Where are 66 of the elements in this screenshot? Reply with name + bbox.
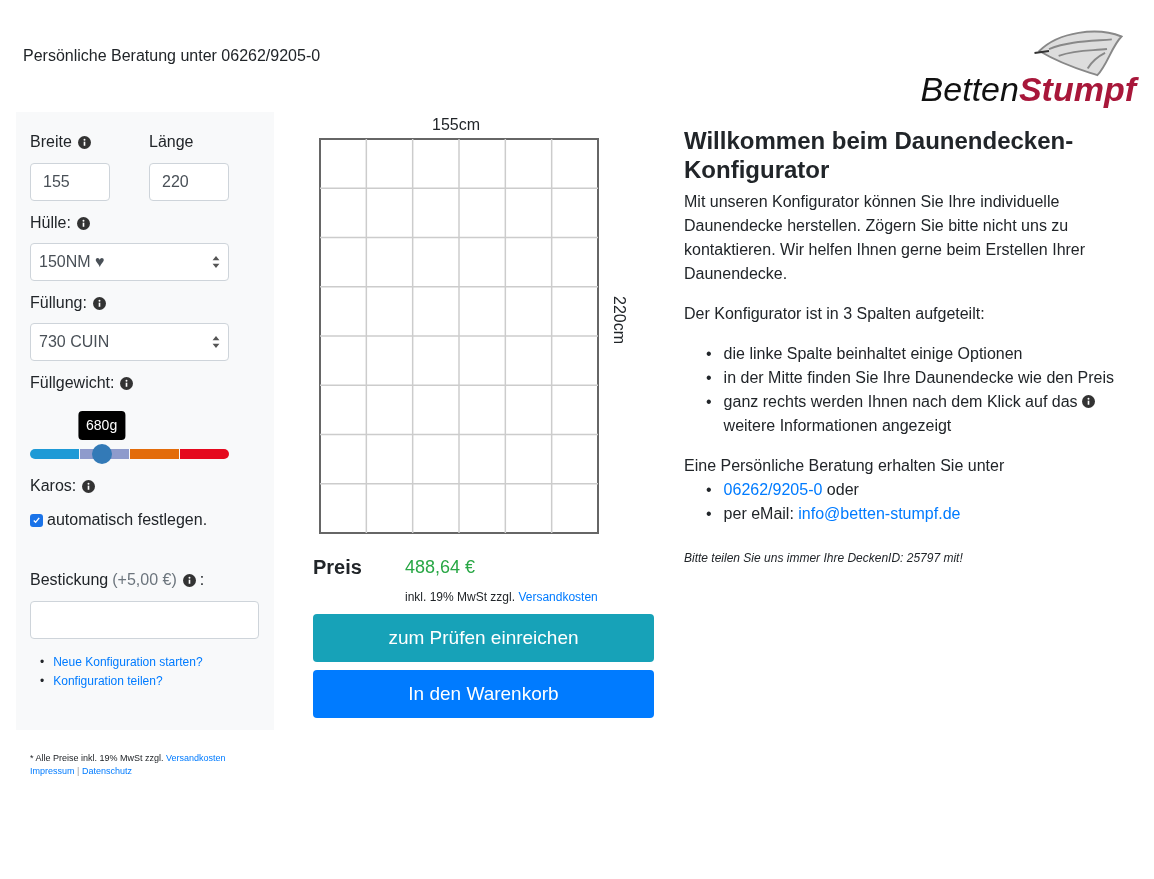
shipping-link[interactable]: Versandkosten	[518, 590, 598, 604]
footer-link[interactable]: Datenschutz	[81, 766, 132, 776]
checkbox-label: automatisch festlegen.	[47, 510, 208, 530]
input-field[interactable]: 155	[30, 163, 110, 201]
field-label: Hülle:	[30, 213, 71, 233]
surcharge-text: (+5,00 €)	[112, 570, 177, 590]
colon-text: :	[199, 570, 205, 590]
config-link[interactable]: Neue Konfiguration starten?	[53, 653, 203, 672]
footer-note: * Alle Preise inkl. 19% MwSt zzgl.	[30, 753, 165, 763]
footer-link[interactable]: Versandkosten	[166, 753, 226, 763]
cover-select[interactable]: 150NM ♥	[30, 243, 229, 281]
info-icon[interactable]	[120, 376, 134, 390]
intro-text: Mit unseren Konfigurator können Sie Ihre individuelle Daunendecke herstellen. Zögern Sie bitte nicht uns zu kontaktieren. Wir helfen Ihnen gerne beim Erstellen Ihrer Daunendecke.	[684, 192, 1087, 284]
contact-intro: Eine Persönliche Beratung erhalten Sie unter	[684, 456, 1006, 476]
price-value: 488,64 €	[405, 555, 476, 579]
field-label: Karos:	[30, 476, 77, 496]
add-to-cart-button[interactable]: In den Warenkorb	[313, 670, 654, 718]
column-description: in der Mitte finden Sie Ihre Daunendecke wie den Preis	[723, 369, 1115, 386]
filling-select[interactable]: 730 CUIN	[30, 323, 229, 361]
width-label: 155cm	[432, 117, 480, 133]
info-icon[interactable]	[77, 135, 91, 149]
checkbox[interactable]	[30, 513, 43, 527]
submit-review-button[interactable]: zum Prüfen einreichen	[313, 614, 654, 662]
deck-id-note: Bitte teilen Sie uns immer Ihre DeckenID: 25797 mit!	[684, 550, 964, 567]
bullet: •	[706, 368, 712, 388]
email-link[interactable]: info@betten-stumpf.de	[798, 505, 961, 522]
field-label: Füllgewicht:	[30, 373, 115, 393]
welcome-title: Willkommen beim Daunendecken-Konfigurator	[684, 126, 1075, 184]
column-description: weitere Informationen angezeigt	[723, 417, 952, 434]
phone-link[interactable]: 06262/9205-0	[723, 481, 823, 498]
field-label: Füllung:	[30, 293, 87, 313]
separator-text: |	[76, 766, 81, 776]
tax-note: inkl. 19% MwSt zzgl.	[405, 590, 517, 604]
column-description: ganz rechts werden Ihnen nach dem Klick auf das	[723, 393, 1078, 410]
input-field[interactable]: 220	[149, 163, 229, 201]
info-icon[interactable]	[92, 296, 106, 310]
bullet: •	[40, 673, 45, 690]
logo-text: Betten	[920, 70, 1019, 108]
bullet: •	[706, 481, 712, 498]
price-label: Preis	[313, 555, 363, 580]
field-label: Länge	[149, 133, 194, 150]
slider-thumb[interactable]	[91, 444, 112, 464]
footer-link[interactable]: Impressum	[30, 766, 75, 776]
column-description: die linke Spalte beinhaltet einige Optionen	[723, 345, 1023, 362]
config-link[interactable]: Konfiguration teilen?	[53, 672, 163, 691]
field-label: Bestickung	[30, 570, 109, 590]
bullet: •	[706, 344, 712, 364]
columns-intro: Der Konfigurator ist in 3 Spalten aufgeteilt:	[684, 304, 986, 324]
contact-text: per eMail:	[723, 505, 794, 522]
info-icon[interactable]	[182, 573, 196, 587]
length-label: 220cm	[610, 296, 629, 344]
bullet: •	[706, 505, 712, 522]
select-arrows-icon	[212, 256, 220, 268]
contact-text: oder	[826, 481, 859, 498]
check-icon	[32, 515, 41, 525]
slider-tooltip: 680g	[78, 411, 126, 440]
info-icon[interactable]	[76, 216, 90, 230]
embroidery-input[interactable]	[30, 601, 259, 639]
consultation-text: Persönliche Beratung unter 06262/9205-0	[23, 46, 321, 66]
info-icon[interactable]	[82, 479, 96, 493]
bullet: •	[40, 654, 45, 671]
slider-track[interactable]	[30, 444, 229, 464]
field-label: Breite	[30, 132, 72, 152]
bullet: •	[706, 392, 712, 412]
info-icon[interactable]	[1082, 395, 1096, 408]
select-arrows-icon	[212, 336, 220, 348]
